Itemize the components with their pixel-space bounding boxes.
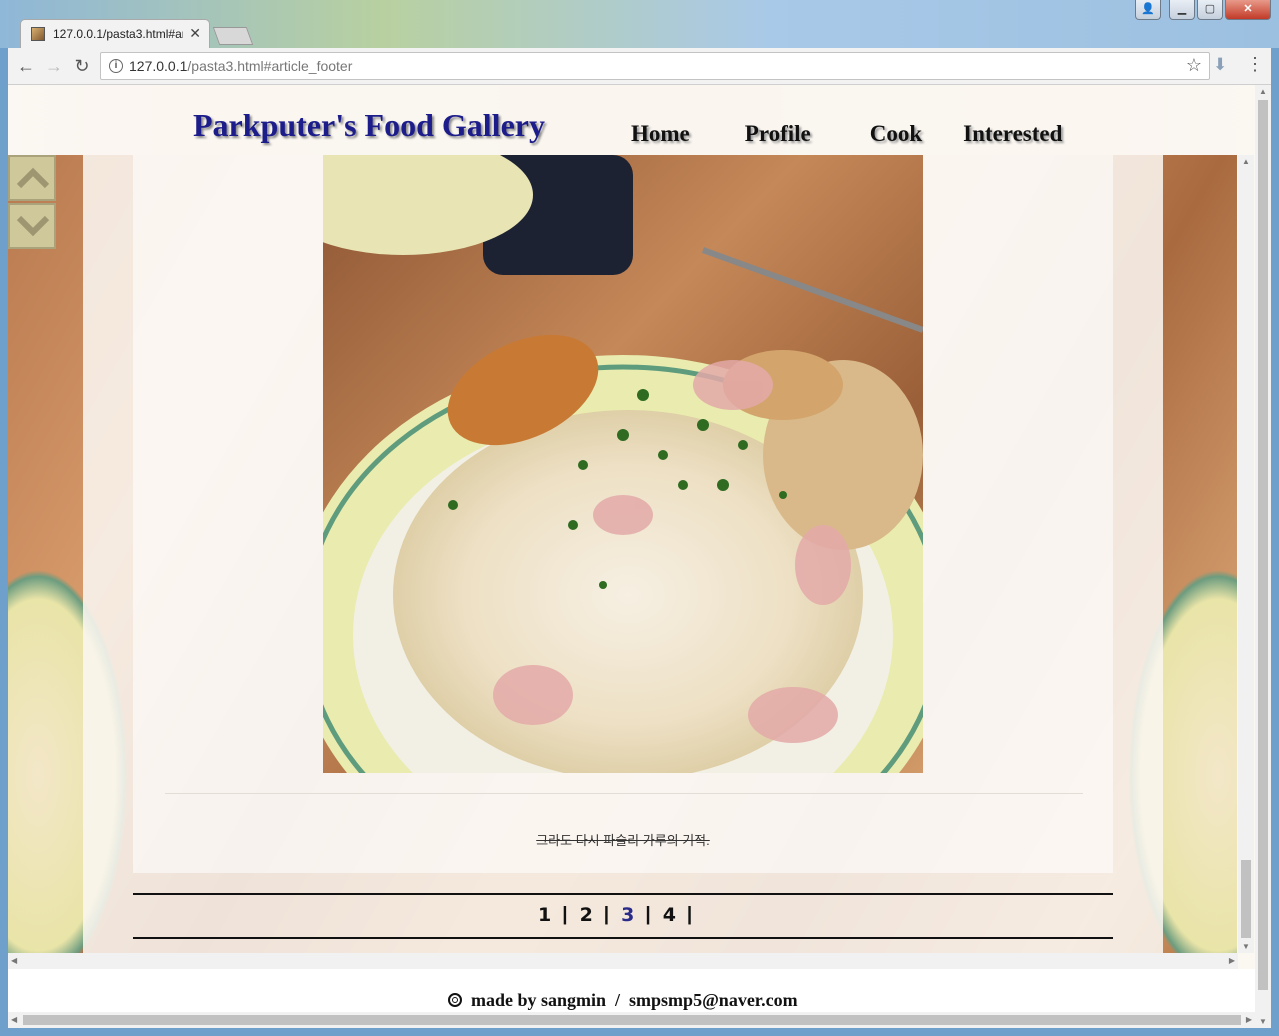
scrollbar-thumb[interactable] <box>1258 100 1268 990</box>
bookmark-star-icon[interactable]: ☆ <box>1186 55 1202 76</box>
favicon-icon <box>31 27 45 41</box>
forward-arrow-icon[interactable]: → <box>43 55 65 77</box>
url-path: /pasta3.html#article_footer <box>187 58 353 74</box>
user-icon[interactable]: 👤 <box>1135 0 1161 20</box>
browser-tab[interactable]: 127.0.0.1/pasta3.html#article_footer ✕ <box>20 19 210 48</box>
page-separator: | <box>603 904 610 925</box>
minimize-button[interactable]: ▁ <box>1169 0 1195 20</box>
photo-caption: 그라도 다시 파슬리 가루의 기적. <box>536 833 710 848</box>
reload-icon[interactable]: ↻ <box>71 55 93 77</box>
footer-author: made by sangmin <box>471 990 607 1010</box>
chevron-up-icon <box>16 167 50 189</box>
scroll-right-arrow-icon[interactable]: ▶ <box>1246 1015 1252 1024</box>
browser-toolbar: ← → ↻ i 127.0.0.1/pasta3.html#article_fo… <box>8 48 1271 85</box>
scroll-up-button[interactable] <box>8 155 56 201</box>
article-vertical-scrollbar[interactable]: ▲ ▼ <box>1238 155 1254 953</box>
menu-dots-icon[interactable]: ⋮ <box>1246 54 1264 75</box>
site-title[interactable]: Parkputer's Food Gallery <box>193 107 545 144</box>
page-horizontal-scrollbar[interactable]: ◀ ▶ <box>8 1012 1255 1028</box>
scroll-up-arrow-icon[interactable]: ▲ <box>1259 87 1267 96</box>
info-icon[interactable]: i <box>109 59 123 73</box>
pagination: 1 | 2 | 3 | 4 | <box>133 893 1113 939</box>
page-link-2[interactable]: 2 <box>580 904 593 926</box>
main-nav: Home Profile Cook Interested <box>608 121 1062 147</box>
download-icon[interactable]: ⬇ <box>1213 55 1227 75</box>
page-separator: | <box>562 904 568 925</box>
nav-profile[interactable]: Profile <box>745 121 811 147</box>
url-text[interactable]: 127.0.0.1/pasta3.html#article_footer <box>129 58 352 74</box>
scroll-up-arrow-icon[interactable]: ▲ <box>1242 157 1250 166</box>
nav-interested[interactable]: Interested <box>963 121 1062 147</box>
new-tab-button[interactable] <box>212 27 254 45</box>
page-link-4[interactable]: 4 <box>663 904 676 926</box>
scroll-left-arrow-icon[interactable]: ◀ <box>11 956 17 965</box>
page-link-3[interactable]: 3 <box>621 904 634 926</box>
caption-divider <box>165 793 1083 794</box>
maximize-button[interactable]: ▢ <box>1197 0 1223 20</box>
back-arrow-icon[interactable]: ← <box>15 55 37 77</box>
page-separator: | <box>645 904 651 925</box>
scroll-down-arrow-icon[interactable]: ▼ <box>1259 1017 1267 1026</box>
window-controls: 👤 ▁ ▢ ✕ <box>1135 0 1271 20</box>
chevron-down-icon <box>16 215 50 237</box>
footer-divider: / <box>615 990 621 1010</box>
page-vertical-scrollbar[interactable]: ▲ ▼ <box>1255 85 1271 1028</box>
page-link-1[interactable]: 1 <box>538 904 551 926</box>
nav-cook[interactable]: Cook <box>870 121 922 147</box>
nav-home[interactable]: Home <box>631 121 690 147</box>
close-tab-icon[interactable]: ✕ <box>189 25 201 42</box>
scroll-right-arrow-icon[interactable]: ▶ <box>1229 956 1235 965</box>
tab-title: 127.0.0.1/pasta3.html#article_footer <box>53 27 183 41</box>
scroll-down-arrow-icon[interactable]: ▼ <box>1242 942 1250 951</box>
address-bar[interactable]: i 127.0.0.1/pasta3.html#article_footer ☆ <box>100 52 1210 80</box>
circle-bullet-icon <box>448 993 462 1007</box>
close-window-button[interactable]: ✕ <box>1225 0 1271 20</box>
scroll-down-button[interactable] <box>8 203 56 249</box>
scrollbar-thumb[interactable] <box>23 1015 1241 1025</box>
url-host: 127.0.0.1 <box>129 58 188 74</box>
page-viewport: Parkputer's Food Gallery Home Profile Co… <box>8 85 1271 1028</box>
article-horizontal-scrollbar[interactable]: ◀ ▶ <box>8 953 1238 969</box>
scroll-left-arrow-icon[interactable]: ◀ <box>11 1015 17 1024</box>
scrollbar-thumb[interactable] <box>1241 860 1251 938</box>
page-separator: | <box>686 904 693 925</box>
pasta-photo <box>323 155 923 773</box>
footer-email: smpsmp5@naver.com <box>629 990 798 1010</box>
